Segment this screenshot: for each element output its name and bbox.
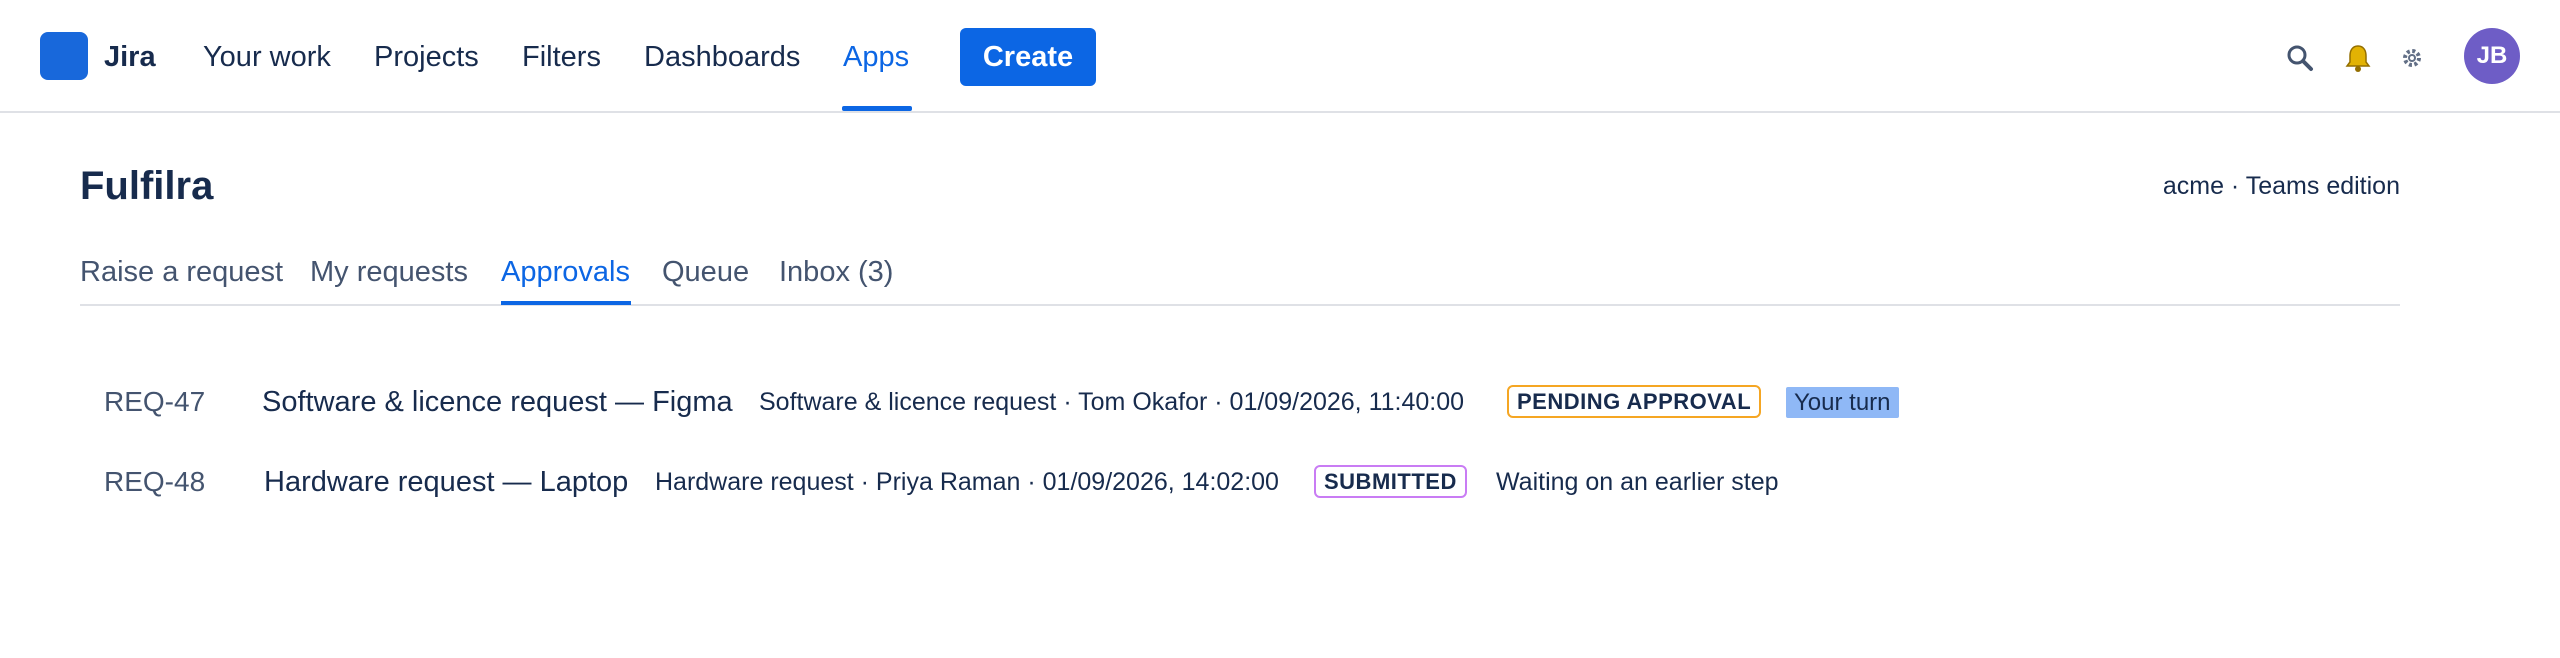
- top-navigation: Jira Your work Projects Filters Dashboar…: [0, 0, 2560, 113]
- nav-active-indicator: [842, 106, 912, 111]
- request-key[interactable]: REQ-47: [104, 382, 205, 422]
- nav-filters[interactable]: Filters: [522, 40, 601, 74]
- tab-approvals[interactable]: Approvals: [501, 254, 630, 290]
- request-title[interactable]: Hardware request — Laptop: [264, 462, 628, 502]
- request-meta: Software & licence request · Tom Okafor …: [759, 388, 1465, 416]
- nav-apps[interactable]: Apps: [843, 40, 909, 74]
- gear-icon[interactable]: [2394, 40, 2430, 76]
- tab-raise-a-request[interactable]: Raise a request: [80, 254, 283, 290]
- tab-queue[interactable]: Queue: [662, 254, 749, 290]
- jira-logo-icon[interactable]: [40, 32, 88, 80]
- nav-your-work[interactable]: Your work: [203, 40, 331, 74]
- tab-my-requests[interactable]: My requests: [310, 254, 468, 290]
- request-key[interactable]: REQ-48: [104, 462, 205, 502]
- app-tabs: Raise a request My requests Approvals Qu…: [80, 254, 2400, 306]
- waiting-note: Waiting on an earlier step: [1496, 468, 1779, 496]
- status-badge: PENDING APPROVAL: [1507, 385, 1762, 418]
- nav-projects[interactable]: Projects: [374, 40, 479, 74]
- create-button[interactable]: Create: [960, 28, 1096, 86]
- request-meta: Hardware request · Priya Raman · 01/09/2…: [655, 468, 1279, 496]
- workspace-edition: acme · Teams edition: [2162, 172, 2400, 200]
- nav-dashboards[interactable]: Dashboards: [644, 40, 800, 74]
- search-icon[interactable]: [2282, 40, 2318, 76]
- tab-active-indicator: [501, 301, 631, 305]
- your-turn-chip: Your turn: [1786, 387, 1899, 418]
- product-name[interactable]: Jira: [104, 40, 156, 74]
- bell-icon[interactable]: [2340, 40, 2376, 76]
- request-title[interactable]: Software & licence request — Figma: [262, 382, 733, 422]
- tab-inbox[interactable]: Inbox (3): [779, 254, 893, 290]
- page-title: Fulfilra: [80, 164, 214, 208]
- status-badge: SUBMITTED: [1314, 465, 1467, 498]
- user-avatar[interactable]: JB: [2464, 28, 2520, 84]
